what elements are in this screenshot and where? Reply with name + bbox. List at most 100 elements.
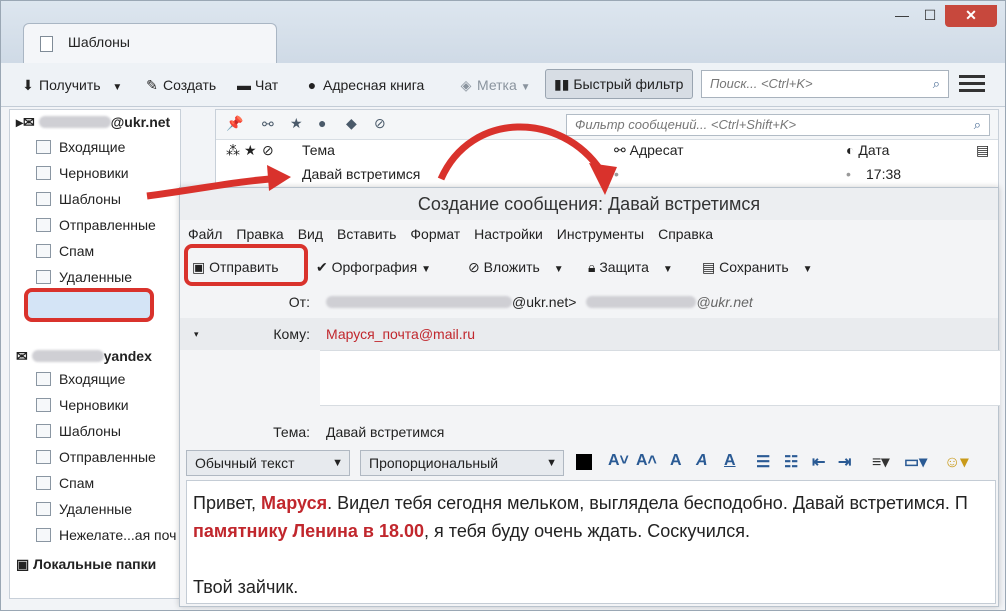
paragraph-format-select[interactable]: Обычный текст ▼: [186, 450, 350, 476]
sidebar-item-account2-2[interactable]: Шаблоны: [36, 420, 121, 442]
sidebar-item-account1-5[interactable]: Удаленные: [36, 266, 132, 288]
font-select[interactable]: Пропорциональный ▼: [360, 450, 564, 476]
align-icon[interactable]: ≡▾: [872, 452, 889, 472]
attachment-icon[interactable]: ⊘: [374, 115, 386, 132]
sidebar-item-account2-5[interactable]: Удаленные: [36, 498, 132, 520]
local-folders[interactable]: ▣ Локальные папки: [16, 556, 156, 573]
sidebar-item-account2-3[interactable]: Отправленные: [36, 446, 156, 468]
spelling-button[interactable]: ✔ Орфография ▼: [316, 254, 431, 280]
search-icon[interactable]: ⌕: [933, 71, 940, 97]
sidebar-item-account2-4[interactable]: Спам: [36, 472, 94, 494]
bullet-list-icon[interactable]: ☰: [756, 452, 770, 472]
message-body-editor[interactable]: Привет, Маруся. Видел тебя сегодня мельк…: [186, 480, 996, 604]
star-icon[interactable]: ★: [290, 115, 303, 132]
templates-icon: [36, 192, 51, 206]
sidebar-item-label: Шаблоны: [59, 423, 121, 439]
account-yandex[interactable]: ✉ yandex: [16, 348, 152, 365]
search-icon[interactable]: ⌕: [974, 115, 981, 135]
col-date-label: Дата: [858, 142, 890, 158]
lock-icon: 🔒︎: [588, 259, 600, 275]
menu-item-0[interactable]: Файл: [188, 226, 222, 242]
from-field[interactable]: @ukr.net> @ukr.net: [326, 286, 753, 318]
close-button[interactable]: ✕: [945, 5, 997, 27]
col-date[interactable]: ◐ Дата: [846, 142, 889, 158]
tag-button[interactable]: ◈ Метка ▼: [459, 71, 531, 99]
menu-item-1[interactable]: Правка: [236, 226, 283, 242]
write-label: Создать: [163, 77, 217, 93]
font-value: Пропорциональный: [369, 455, 499, 471]
tab-templates[interactable]: Шаблоны: [23, 23, 277, 65]
insert-image-icon[interactable]: ▭▾: [904, 452, 927, 472]
body-text-2: , я тебя буду очень ждать. Соскучился.: [424, 521, 751, 541]
menu-item-5[interactable]: Настройки: [474, 226, 543, 242]
contacts-icon: ●: [307, 77, 317, 93]
templates-icon: [36, 424, 51, 438]
send-button[interactable]: ▣ Отправить: [192, 254, 279, 280]
compose-window: Создание сообщения: Давай встретимся Фай…: [179, 187, 1000, 607]
get-mail-button[interactable]: ⬇ Получить ▼: [21, 71, 122, 99]
tag-icon[interactable]: ◆: [346, 115, 357, 132]
from-label: От:: [288, 294, 310, 310]
outdent-icon[interactable]: ⇤: [812, 452, 825, 472]
indent-icon[interactable]: ⇥: [838, 452, 851, 472]
emoticon-icon[interactable]: ☺▾: [944, 452, 968, 472]
app-menu-icon[interactable]: [959, 75, 985, 95]
attach-button[interactable]: ⊘ Вложить ▼: [468, 254, 564, 280]
save-button[interactable]: ▤ Сохранить ▼: [702, 254, 813, 280]
save-icon: ▤: [702, 259, 720, 275]
numbered-list-icon[interactable]: ☷: [784, 452, 798, 472]
sidebar-item-account2-6[interactable]: Нежелате...ая поч: [36, 524, 176, 546]
contact-icon[interactable]: ●: [318, 115, 326, 131]
write-button[interactable]: ✎ Создать: [145, 71, 216, 99]
message-filter-input[interactable]: Фильтр сообщений... <Ctrl+Shift+K> ⌕: [566, 114, 990, 136]
spam-icon: [36, 476, 51, 490]
underline-icon[interactable]: A: [724, 452, 736, 470]
pin-icon[interactable]: 📌: [226, 115, 243, 132]
additional-recipients-area[interactable]: [320, 350, 1000, 406]
search-input[interactable]: Поиск... <Ctrl+K> ⌕: [701, 70, 949, 98]
sidebar-item-account2-1[interactable]: Черновики: [36, 394, 129, 416]
col-subject[interactable]: Тема: [302, 142, 335, 158]
menu-item-3[interactable]: Вставить: [337, 226, 396, 242]
sidebar-item-account1-3[interactable]: Отправленные: [36, 214, 156, 236]
sidebar-item-account2-0[interactable]: Входящие: [36, 368, 125, 390]
subject-field[interactable]: Давай встретимся: [326, 416, 444, 448]
empty-line: [193, 545, 989, 573]
column-picker-icon[interactable]: ▤: [976, 142, 989, 159]
text-color-icon[interactable]: [576, 454, 592, 470]
account-ukrnet[interactable]: ▸✉ @ukr.net: [16, 114, 170, 131]
italic-icon[interactable]: A: [696, 452, 708, 470]
compose-title: Создание сообщения: Давай встретимся: [180, 188, 998, 220]
folder-pane: ▸✉ @ukr.net Входящие Черновики Шаблоны Отпр…: [9, 109, 181, 599]
star-col-icon[interactable]: ★: [244, 142, 257, 159]
menu-item-6[interactable]: Инструменты: [557, 226, 644, 242]
thread-col-icon[interactable]: ⁂: [226, 142, 240, 159]
row-date: 17:38: [866, 166, 902, 182]
font-larger-icon[interactable]: A˄: [636, 452, 657, 470]
bold-icon[interactable]: A: [670, 452, 682, 470]
attach-col-icon[interactable]: ⊘: [262, 142, 274, 159]
chat-button[interactable]: ▬ Чат: [237, 71, 278, 99]
account2-label: yandex: [103, 348, 152, 364]
security-button[interactable]: 🔒︎ Защита ▼: [588, 254, 673, 280]
menu-item-7[interactable]: Справка: [658, 226, 713, 242]
sidebar-item-account1-0[interactable]: Входящие: [36, 136, 125, 158]
chevron-down-icon[interactable]: ▼: [112, 82, 122, 93]
sidebar-item-account1-1[interactable]: Черновики: [36, 162, 129, 184]
font-smaller-icon[interactable]: A˅: [608, 452, 629, 470]
sidebar-item-account1-2[interactable]: Шаблоны: [36, 188, 121, 210]
sidebar-item-account1-4[interactable]: Спам: [36, 240, 94, 262]
body-text-1: . Видел тебя сегодня мельком, выглядела …: [327, 493, 968, 513]
paragraph-format-value: Обычный текст: [195, 455, 295, 471]
address-book-button[interactable]: ● Адресная книга: [305, 71, 425, 99]
menu-item-2[interactable]: Вид: [298, 226, 323, 242]
quick-filter-button[interactable]: ▮▮ Быстрый фильтр: [545, 69, 693, 99]
minimize-button[interactable]: —: [889, 5, 915, 27]
sidebar-item-label: Удаленные: [59, 269, 133, 285]
thread-icon[interactable]: ⚯: [262, 116, 274, 133]
to-field[interactable]: Маруся_почта@mail.ru: [326, 318, 475, 350]
maximize-button[interactable]: ☐: [917, 5, 943, 27]
table-row[interactable]: Давай встретимся • • 17:38: [216, 166, 998, 188]
menu-item-4[interactable]: Формат: [410, 226, 460, 242]
col-recipient[interactable]: ⚯ Адресат: [614, 142, 684, 159]
